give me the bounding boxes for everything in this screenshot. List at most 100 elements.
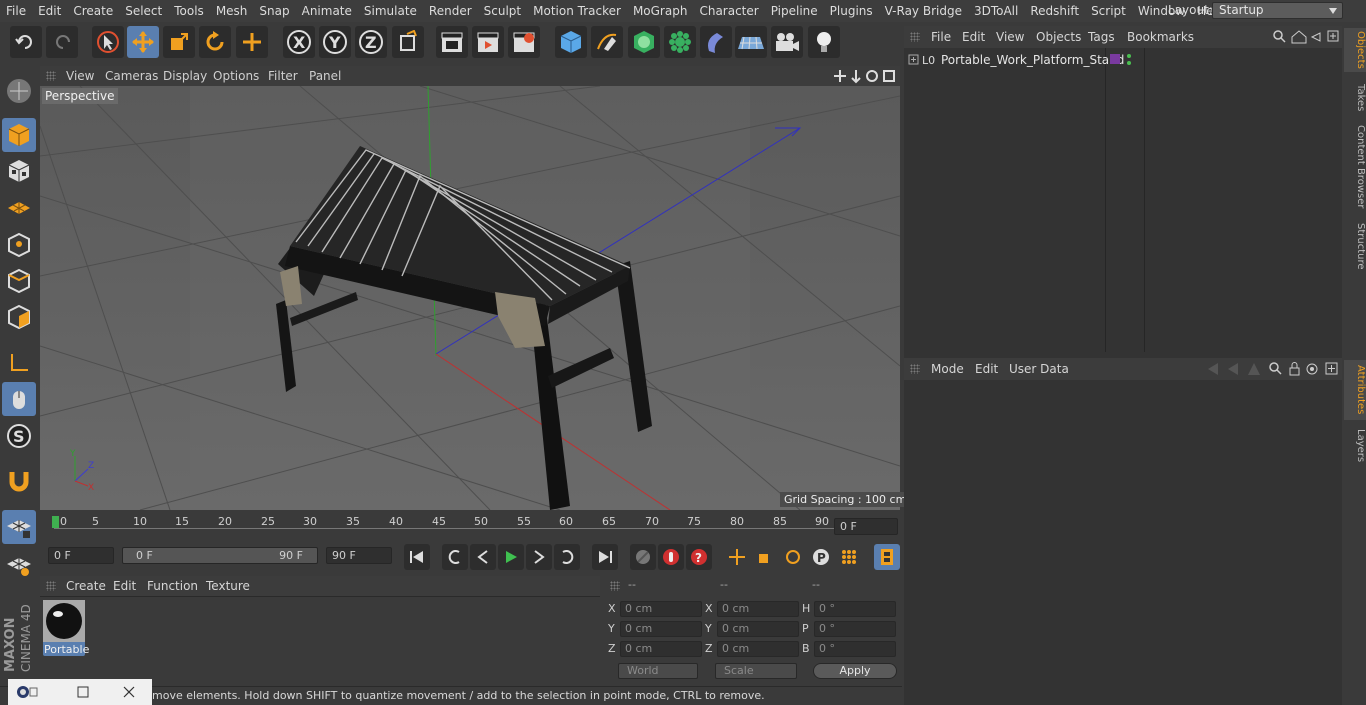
workplane-mode-button[interactable] — [2, 190, 36, 224]
texture-mode-button[interactable] — [2, 154, 36, 188]
array-button[interactable] — [664, 26, 696, 58]
keyframe-help-button[interactable]: ? — [686, 544, 712, 570]
menu-redshift[interactable]: Redshift — [1024, 0, 1085, 22]
size-y-field[interactable]: 0 cm — [717, 621, 799, 637]
menu-edit[interactable]: Edit — [32, 0, 67, 22]
y-axis-button[interactable]: Y — [319, 26, 351, 58]
viewport-nav-icons[interactable] — [834, 68, 898, 84]
prev-frame-button[interactable] — [470, 544, 496, 570]
menu-tools[interactable]: Tools — [168, 0, 210, 22]
rotate-tool-button[interactable] — [199, 26, 231, 58]
cube-primitive-button[interactable] — [555, 26, 587, 58]
viewport-menu-cameras[interactable]: Cameras — [105, 69, 158, 83]
attributes-menu-edit[interactable]: Edit — [975, 362, 998, 376]
rotation-h-field[interactable]: 0 ° — [814, 601, 896, 617]
objects-menu-bookmarks[interactable]: Bookmarks — [1127, 30, 1194, 44]
solo-button[interactable]: S — [2, 419, 36, 453]
menu-animate[interactable]: Animate — [296, 0, 358, 22]
material-menu-create[interactable]: Create — [66, 579, 106, 593]
position-z-field[interactable]: 0 cm — [620, 641, 702, 657]
rotation-p-field[interactable]: 0 ° — [814, 621, 896, 637]
key-parameter-button[interactable]: P — [808, 544, 834, 570]
menu-sculpt[interactable]: Sculpt — [478, 0, 527, 22]
viewport-menu-options[interactable]: Options — [213, 69, 259, 83]
tab-takes[interactable]: Takes — [1344, 80, 1366, 116]
coordinate-system-select[interactable]: World — [618, 663, 698, 679]
render-view-button[interactable] — [436, 26, 468, 58]
workplane-lock-button[interactable] — [2, 510, 36, 544]
apply-button[interactable]: Apply — [813, 663, 897, 679]
menu-character[interactable]: Character — [693, 0, 764, 22]
material-menu-function[interactable]: Function — [147, 579, 198, 593]
light-button[interactable] — [808, 26, 840, 58]
viewport-menu-display[interactable]: Display — [163, 69, 207, 83]
close-icon[interactable] — [122, 685, 136, 699]
subdivision-surface-button[interactable] — [628, 26, 660, 58]
visibility-dots-icon[interactable] — [1125, 53, 1133, 67]
tab-attributes[interactable]: Attributes — [1344, 360, 1366, 420]
tab-layers[interactable]: Layers — [1344, 426, 1366, 466]
timeline-ruler[interactable]: 0 5 10 15 20 25 30 35 40 45 50 55 60 65 … — [40, 512, 902, 538]
spline-pen-button[interactable] — [591, 26, 623, 58]
play-button[interactable] — [498, 544, 524, 570]
layout-select[interactable]: Startup — [1212, 2, 1343, 19]
move-tool-button[interactable] — [127, 26, 159, 58]
tweak-mode-button[interactable] — [2, 382, 36, 416]
prev-key-button[interactable] — [442, 544, 468, 570]
edges-mode-button[interactable] — [2, 264, 36, 298]
end-frame-field[interactable]: 90 F — [326, 547, 392, 564]
coordinate-system-button[interactable] — [392, 26, 424, 58]
start-frame-field[interactable]: 0 F — [48, 547, 114, 564]
x-axis-button[interactable]: X — [283, 26, 315, 58]
objects-menu-tags[interactable]: Tags — [1088, 30, 1115, 44]
autokey-button[interactable] — [658, 544, 684, 570]
attributes-menu-user-data[interactable]: User Data — [1009, 362, 1069, 376]
menu-snap[interactable]: Snap — [253, 0, 295, 22]
render-settings-button[interactable] — [508, 26, 540, 58]
make-editable-button[interactable] — [2, 74, 36, 108]
attributes-menu-mode[interactable]: Mode — [931, 362, 964, 376]
viewport-menu-panel[interactable]: Panel — [309, 69, 341, 83]
floor-button[interactable] — [735, 26, 767, 58]
frame-range-slider[interactable]: 0 F 90 F — [122, 547, 318, 564]
camera-button[interactable] — [771, 26, 803, 58]
menu-vray-bridge[interactable]: V-Ray Bridge — [879, 0, 968, 22]
objects-menu-objects[interactable]: Objects — [1036, 30, 1081, 44]
tab-content-browser[interactable]: Content Browser — [1344, 124, 1366, 210]
menu-render[interactable]: Render — [423, 0, 478, 22]
menu-motion-tracker[interactable]: Motion Tracker — [527, 0, 627, 22]
undo-button[interactable] — [10, 26, 42, 58]
size-mode-select[interactable]: Scale — [715, 663, 797, 679]
menu-select[interactable]: Select — [119, 0, 168, 22]
menu-script[interactable]: Script — [1085, 0, 1132, 22]
key-scale-button[interactable] — [752, 544, 778, 570]
menu-plugins[interactable]: Plugins — [824, 0, 879, 22]
menu-mesh[interactable]: Mesh — [210, 0, 254, 22]
menu-simulate[interactable]: Simulate — [358, 0, 423, 22]
z-axis-button[interactable]: Z — [355, 26, 387, 58]
menu-3dtoall[interactable]: 3DToAll — [968, 0, 1024, 22]
attributes-tools[interactable] — [1204, 361, 1340, 377]
object-row[interactable]: L0 Portable_Work_Platform_Stand — [904, 51, 1342, 69]
material-menu-edit[interactable]: Edit — [113, 579, 136, 593]
material-item[interactable]: Portable — [43, 600, 89, 656]
timeline-window-button[interactable] — [874, 544, 900, 570]
transform-tool-button[interactable] — [236, 26, 268, 58]
viewport-menu-filter[interactable]: Filter — [268, 69, 298, 83]
points-mode-button[interactable] — [2, 228, 36, 262]
polygons-mode-button[interactable] — [2, 300, 36, 334]
current-frame-field[interactable]: 0 F — [834, 518, 898, 535]
layer-color-swatch[interactable] — [1110, 54, 1120, 64]
key-pla-button[interactable] — [836, 544, 862, 570]
position-x-field[interactable]: 0 cm — [620, 601, 702, 617]
menu-create[interactable]: Create — [67, 0, 119, 22]
menu-mograph[interactable]: MoGraph — [627, 0, 694, 22]
live-selection-button[interactable] — [92, 26, 124, 58]
objects-menu-edit[interactable]: Edit — [962, 30, 985, 44]
rotation-b-field[interactable]: 0 ° — [814, 641, 896, 657]
next-frame-button[interactable] — [526, 544, 552, 570]
model-mode-button[interactable] — [2, 118, 36, 152]
tab-structure[interactable]: Structure — [1344, 218, 1366, 274]
goto-end-button[interactable] — [592, 544, 618, 570]
objects-menu-file[interactable]: File — [931, 30, 951, 44]
